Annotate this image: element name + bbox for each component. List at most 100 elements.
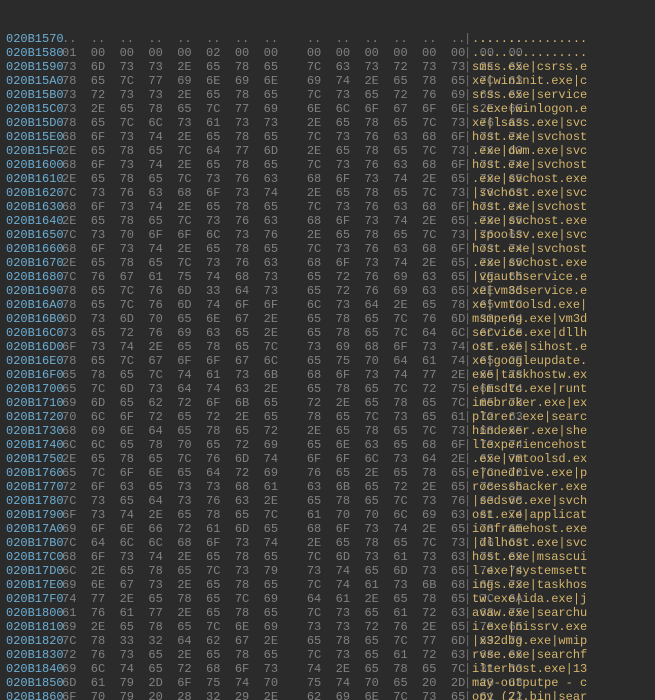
hex-row[interactable]: 020B17C068 6F 73 74 2E 65 78 65 7C 6D 73… <box>6 550 655 564</box>
ascii-cell: smss.exe|csrss.e <box>472 60 655 74</box>
column-separator: | <box>464 88 472 102</box>
hex-cell: 7C 73 70 6F 6F 6C 73 76 2E 65 78 65 7C 7… <box>62 228 464 242</box>
hex-row[interactable]: 020B160068 6F 73 74 2E 65 78 65 7C 73 76… <box>6 158 655 172</box>
hex-row[interactable]: 020B180061 76 61 77 2E 65 78 65 7C 73 65… <box>6 606 655 620</box>
hex-row[interactable]: 020B176065 7C 6F 6E 65 64 72 69 76 65 2E… <box>6 466 655 480</box>
hex-row[interactable]: 020B17406C 6C 65 78 70 65 72 69 65 6E 63… <box>6 438 655 452</box>
hex-row[interactable]: 020B17B07C 64 6C 6C 68 6F 73 74 2E 65 78… <box>6 536 655 550</box>
hex-row[interactable]: 020B16702E 65 78 65 7C 73 76 63 68 6F 73… <box>6 256 655 270</box>
hex-row[interactable]: 020B172070 6C 6F 72 65 72 2E 65 78 65 7C… <box>6 410 655 424</box>
hex-row[interactable]: 020B163068 6F 73 74 2E 65 78 65 7C 73 76… <box>6 200 655 214</box>
hex-row[interactable]: 020B16A078 65 7C 76 6D 74 6F 6F 6C 73 64… <box>6 298 655 312</box>
column-separator: | <box>464 508 472 522</box>
column-separator: | <box>464 690 472 700</box>
hex-row[interactable]: 020B17F074 77 2E 65 78 65 7C 69 64 61 2E… <box>6 592 655 606</box>
hex-cell: 68 6F 73 74 2E 65 78 65 7C 73 76 63 68 6… <box>62 242 464 256</box>
column-separator: | <box>464 116 472 130</box>
column-separator: | <box>464 564 472 578</box>
offset-cell: 020B1590 <box>6 60 62 74</box>
offset-cell: 020B1760 <box>6 466 62 480</box>
ascii-cell: l.exe|systemsett <box>472 564 655 578</box>
offset-cell: 020B1740 <box>6 438 62 452</box>
hex-cell: 68 6F 73 74 2E 65 78 65 7C 73 76 63 68 6… <box>62 130 464 144</box>
hex-cell: 65 7C 6F 6E 65 64 72 69 76 65 2E 65 78 6… <box>62 466 464 480</box>
column-separator: | <box>464 298 472 312</box>
offset-cell: 020B16A0 <box>6 298 62 312</box>
hex-row[interactable]: 020B17A069 6F 6E 66 72 61 6D 65 68 6F 73… <box>6 522 655 536</box>
hex-row[interactable]: 020B15E068 6F 73 74 2E 65 78 65 7C 73 76… <box>6 130 655 144</box>
hex-row[interactable]: 020B16807C 76 67 61 75 74 68 73 65 72 76… <box>6 270 655 284</box>
hex-row[interactable]: 020B16C073 65 72 76 69 63 65 2E 65 78 65… <box>6 326 655 340</box>
hex-row[interactable]: 020B16507C 73 70 6F 6F 6C 73 76 2E 65 78… <box>6 228 655 242</box>
hex-row[interactable]: 020B184069 6C 74 65 72 68 6F 73 74 2E 65… <box>6 662 655 676</box>
hex-row[interactable]: 020B16E078 65 7C 67 6F 6F 67 6C 65 75 70… <box>6 354 655 368</box>
hex-row[interactable]: 020B16B06D 73 6D 70 65 6E 67 2E 65 78 65… <box>6 312 655 326</box>
hex-row[interactable]: 020B17D06C 2E 65 78 65 7C 73 79 73 74 65… <box>6 564 655 578</box>
offset-cell: 020B1750 <box>6 452 62 466</box>
hex-row[interactable]: 020B170065 7C 6D 73 64 74 63 2E 65 78 65… <box>6 382 655 396</box>
hex-row[interactable]: 020B17502E 65 78 65 7C 76 6D 74 6F 6F 6C… <box>6 452 655 466</box>
hex-row[interactable]: 020B18606F 70 79 20 28 32 29 2E 62 69 6E… <box>6 690 655 700</box>
ascii-cell: e|onedrive.exe|p <box>472 466 655 480</box>
hex-viewer[interactable]: 020B1570.. .. .. .. .. .. .. .. .. .. ..… <box>0 0 655 700</box>
column-separator: | <box>464 452 472 466</box>
hex-row[interactable]: 020B173068 69 6E 64 65 78 65 72 2E 65 78… <box>6 424 655 438</box>
hex-row[interactable]: 020B17807C 73 65 64 73 76 63 2E 65 78 65… <box>6 494 655 508</box>
column-separator: | <box>464 634 472 648</box>
hex-row[interactable]: 020B16102E 65 78 65 7C 73 76 63 68 6F 73… <box>6 172 655 186</box>
hex-row[interactable]: 020B18506D 61 79 2D 6F 75 74 70 75 74 70… <box>6 676 655 690</box>
hex-row[interactable]: 020B16207C 73 76 63 68 6F 73 74 2E 65 78… <box>6 186 655 200</box>
hex-row[interactable]: 020B16402E 65 78 65 7C 73 76 63 68 6F 73… <box>6 214 655 228</box>
ascii-cell: xe|lsass.exe|svc <box>472 116 655 130</box>
hex-row[interactable]: 020B15D078 65 7C 6C 73 61 73 73 2E 65 78… <box>6 116 655 130</box>
offset-cell: 020B17E0 <box>6 578 62 592</box>
ascii-cell: |spoolsv.exe|svc <box>472 228 655 242</box>
ascii-cell: xe|vmtoolsd.exe| <box>472 298 655 312</box>
hex-row[interactable]: 020B15F02E 65 78 65 7C 64 77 6D 2E 65 78… <box>6 144 655 158</box>
hex-cell: 2E 65 78 65 7C 73 76 63 68 6F 73 74 2E 6… <box>62 256 464 270</box>
offset-cell: 020B1830 <box>6 648 62 662</box>
ascii-cell: |sedsvc.exe|svch <box>472 494 655 508</box>
column-separator: | <box>464 172 472 186</box>
hex-row[interactable]: 020B17E069 6E 67 73 2E 65 78 65 7C 74 61… <box>6 578 655 592</box>
hex-row[interactable]: 020B181069 2E 65 78 65 7C 6E 69 73 73 72… <box>6 620 655 634</box>
hex-row[interactable]: 020B15B073 72 73 73 2E 65 78 65 7C 73 65… <box>6 88 655 102</box>
column-separator: | <box>464 592 472 606</box>
hex-row[interactable]: 020B171069 6D 65 62 72 6F 6B 65 72 2E 65… <box>6 396 655 410</box>
offset-cell: 020B1790 <box>6 508 62 522</box>
hex-row[interactable]: 020B16F065 78 65 7C 74 61 73 6B 68 6F 73… <box>6 368 655 382</box>
hex-row[interactable]: 020B15C073 2E 65 78 65 7C 77 69 6E 6C 6F… <box>6 102 655 116</box>
ascii-cell: ost.exe|sihost.e <box>472 340 655 354</box>
hex-row[interactable]: 020B159073 6D 73 73 2E 65 78 65 7C 63 73… <box>6 60 655 74</box>
column-separator: | <box>464 662 472 676</box>
hex-row[interactable]: 020B18207C 78 33 32 64 62 67 2E 65 78 65… <box>6 634 655 648</box>
ascii-cell: imebroker.exe|ex <box>472 396 655 410</box>
offset-cell: 020B1720 <box>6 410 62 424</box>
hex-row[interactable]: 020B16D06F 73 74 2E 65 78 65 7C 73 69 68… <box>6 340 655 354</box>
hex-row[interactable]: 020B1570.. .. .. .. .. .. .. .. .. .. ..… <box>6 32 655 46</box>
ascii-cell: xe|googleupdate. <box>472 354 655 368</box>
column-separator: | <box>464 382 472 396</box>
offset-cell: 020B1810 <box>6 620 62 634</box>
hex-row[interactable]: 020B166068 6F 73 74 2E 65 78 65 7C 73 76… <box>6 242 655 256</box>
column-separator: | <box>464 340 472 354</box>
offset-cell: 020B1840 <box>6 662 62 676</box>
column-separator: | <box>464 102 472 116</box>
hex-row[interactable]: 020B177072 6F 63 65 73 73 68 61 63 6B 65… <box>6 480 655 494</box>
column-separator: | <box>464 214 472 228</box>
hex-row[interactable]: 020B169078 65 7C 76 6D 33 64 73 65 72 76… <box>6 284 655 298</box>
column-separator: | <box>464 368 472 382</box>
hex-row[interactable]: 020B183072 76 73 65 2E 65 78 65 7C 73 65… <box>6 648 655 662</box>
hex-row[interactable]: 020B15A078 65 7C 77 69 6E 69 6E 69 74 2E… <box>6 74 655 88</box>
hex-cell: 2E 65 78 65 7C 73 76 63 68 6F 73 74 2E 6… <box>62 172 464 186</box>
column-separator: | <box>464 158 472 172</box>
hex-row[interactable]: 020B17906F 73 74 2E 65 78 65 7C 61 70 70… <box>6 508 655 522</box>
hex-cell: 61 76 61 77 2E 65 78 65 7C 73 65 61 72 6… <box>62 606 464 620</box>
ascii-cell: host.exe|msascui <box>472 550 655 564</box>
ascii-cell: ................ <box>472 32 655 46</box>
hex-row[interactable]: 020B158001 00 00 00 00 02 00 00 00 00 00… <box>6 46 655 60</box>
hex-cell: 74 77 2E 65 78 65 7C 69 64 61 2E 65 78 6… <box>62 592 464 606</box>
column-separator: | <box>464 256 472 270</box>
column-separator: | <box>464 550 472 564</box>
ascii-cell: plorer.exe|searc <box>472 410 655 424</box>
